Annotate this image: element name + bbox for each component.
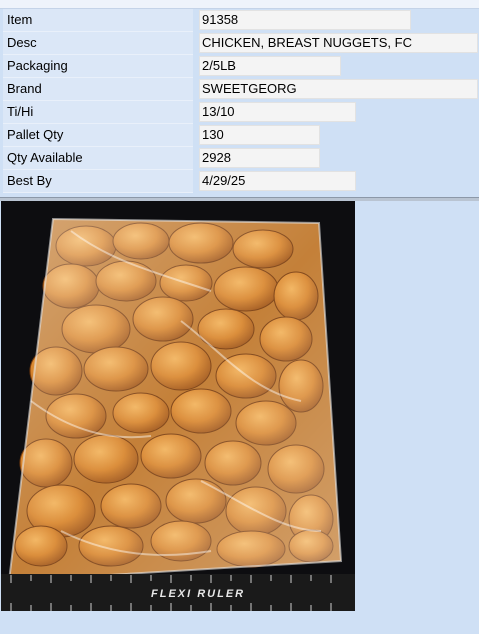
desc-label: Desc bbox=[7, 35, 37, 50]
product-detail-page: Item 91358 Desc CHICKEN, BREAST NUGGETS,… bbox=[0, 0, 479, 634]
desc-field[interactable]: CHICKEN, BREAST NUGGETS, FC bbox=[199, 33, 478, 53]
label-cell: Pallet Qty bbox=[3, 124, 193, 147]
field-row-brand: Brand SWEETGEORG bbox=[0, 78, 479, 101]
pallet-qty-field[interactable]: 130 bbox=[199, 125, 320, 145]
packaging-field[interactable]: 2/5LB bbox=[199, 56, 341, 76]
best-by-field[interactable]: 4/29/25 bbox=[199, 171, 356, 191]
label-cell: Best By bbox=[3, 170, 193, 193]
qty-available-label: Qty Available bbox=[7, 150, 83, 165]
product-photo-svg: FLEXI RULER bbox=[1, 201, 355, 611]
tihi-field[interactable]: 13/10 bbox=[199, 102, 356, 122]
product-info-form: Item 91358 Desc CHICKEN, BREAST NUGGETS,… bbox=[0, 9, 479, 196]
field-row-tihi: Ti/Hi 13/10 bbox=[0, 101, 479, 124]
field-row-item: Item 91358 bbox=[0, 9, 479, 32]
packaging-label: Packaging bbox=[7, 58, 68, 73]
item-field[interactable]: 91358 bbox=[199, 10, 411, 30]
tihi-label: Ti/Hi bbox=[7, 104, 34, 119]
label-cell: Brand bbox=[3, 78, 193, 101]
field-row-best-by: Best By 4/29/25 bbox=[0, 170, 479, 193]
label-cell: Ti/Hi bbox=[3, 101, 193, 124]
bottom-strip bbox=[0, 611, 479, 634]
top-strip bbox=[0, 0, 479, 9]
pallet-qty-label: Pallet Qty bbox=[7, 127, 64, 142]
qty-available-field[interactable]: 2928 bbox=[199, 148, 320, 168]
best-by-label: Best By bbox=[7, 173, 52, 188]
ruler-text: FLEXI RULER bbox=[151, 588, 245, 600]
field-row-packaging: Packaging 2/5LB bbox=[0, 55, 479, 78]
field-row-qty-available: Qty Available 2928 bbox=[0, 147, 479, 170]
label-cell: Desc bbox=[3, 32, 193, 55]
field-row-pallet-qty: Pallet Qty 130 bbox=[0, 124, 479, 147]
label-cell: Qty Available bbox=[3, 147, 193, 170]
brand-label: Brand bbox=[7, 81, 42, 96]
field-row-desc: Desc CHICKEN, BREAST NUGGETS, FC bbox=[0, 32, 479, 55]
brand-field[interactable]: SWEETGEORG bbox=[199, 79, 478, 99]
label-cell: Packaging bbox=[3, 55, 193, 78]
label-cell: Item bbox=[3, 9, 193, 32]
product-photo: FLEXI RULER bbox=[1, 201, 355, 611]
item-label: Item bbox=[7, 12, 33, 27]
